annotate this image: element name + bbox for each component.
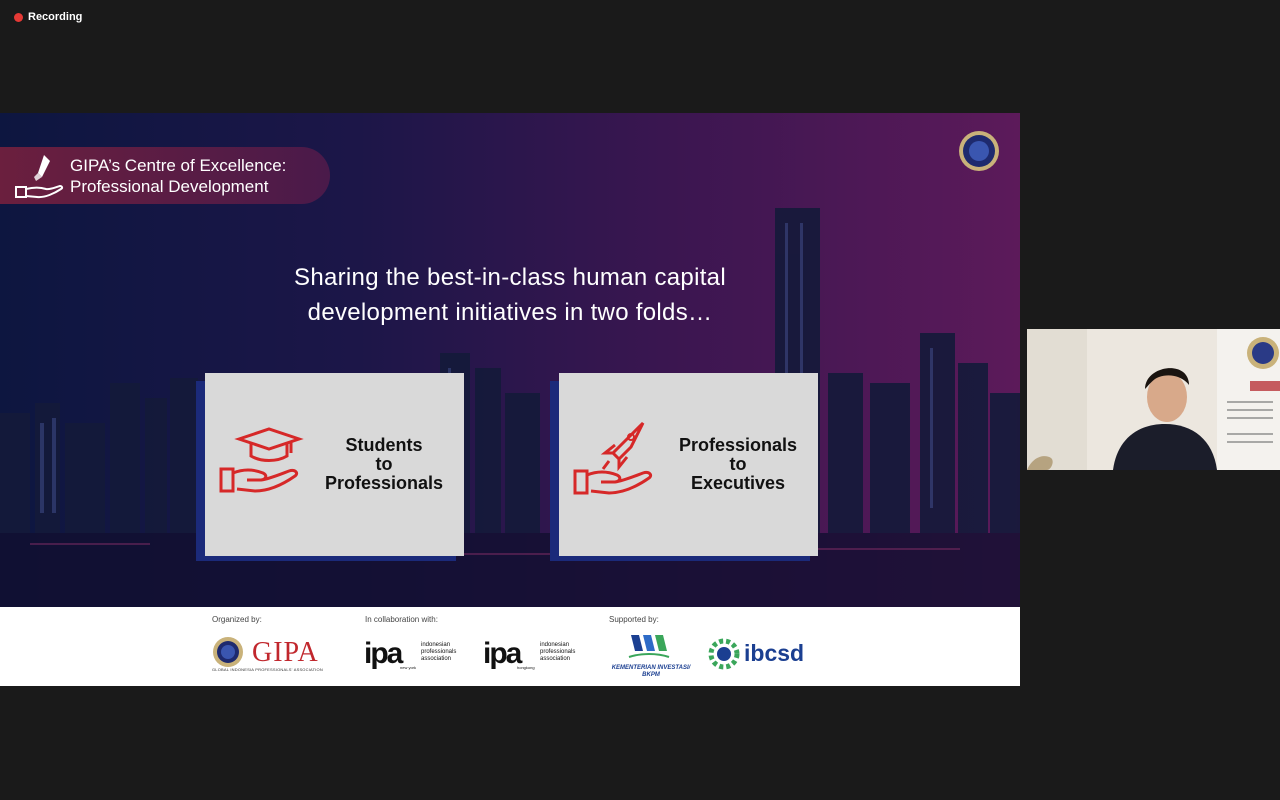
ibcsd-gear-icon (708, 638, 740, 670)
badge-title-line2: Professional Development (70, 176, 269, 196)
card-label: Students to Professionals (312, 436, 456, 493)
card-students-to-professionals: Students to Professionals (205, 373, 464, 556)
ibcsd-wordmark: ibcsd (744, 640, 805, 666)
ipa-newyork-location: new york (400, 665, 417, 670)
record-dot-icon (14, 12, 23, 22)
ipa-newyork-logo: ipa (364, 637, 403, 670)
gipa-subtitle: GLOBAL INDONESIA PROFESSIONALS' ASSOCIAT… (212, 667, 323, 672)
participant-video-feed (1027, 329, 1280, 470)
kementerian-label: KEMENTERIAN INVESTASI/ BKPM (611, 665, 691, 678)
recording-label: Recording (28, 11, 83, 23)
card-line2: to (729, 454, 747, 474)
ipa-hongkong-logo: ipa (483, 637, 522, 670)
headline-line1: Sharing the best-in-class human capital (294, 264, 726, 291)
card-professionals-to-executives: Professionals to Executives (559, 373, 818, 556)
rocket-hand-icon (573, 421, 653, 495)
card-line1: Students (345, 435, 423, 455)
shared-slide: GIPA’s Centre of Excellence: Professiona… (0, 113, 1020, 686)
badge-title-line1: GIPA’s Centre of Excellence: (70, 155, 287, 175)
headline-line2: development initiatives in two folds… (307, 299, 713, 326)
slide-headline: Sharing the best-in-class human capital … (220, 260, 800, 330)
section-badge: GIPA’s Centre of Excellence: Professiona… (0, 147, 330, 204)
gipa-wordmark: GIPA (252, 637, 319, 668)
card-label: Professionals to Executives (666, 436, 810, 493)
gipa-seal-logo (959, 131, 999, 171)
sponsor-footer: Organized by: In collaboration with: Sup… (0, 607, 1020, 686)
kementerian-investasi-logo (628, 635, 670, 658)
participant-video-tile[interactable] (1027, 329, 1280, 470)
ipa-hongkong-location: hongkong (517, 665, 535, 670)
card-line2: to (375, 454, 393, 474)
ipa-newyork-desc: indonesian professionals association (421, 642, 457, 662)
ipa-hongkong-desc: indonesian professionals association (540, 642, 576, 662)
recording-indicator: Recording (14, 11, 82, 23)
rocket-hand-icon (15, 154, 64, 198)
card-line3: Professionals (324, 473, 444, 493)
collab-label: In collaboration with: (365, 615, 438, 624)
card-line1: Professionals (678, 435, 798, 455)
card-line3: Executives (690, 473, 786, 493)
graduation-cap-hand-icon (219, 427, 304, 493)
supported-by-label: Supported by: (609, 615, 659, 624)
organized-by-label: Organized by: (212, 615, 262, 624)
gipa-seal-icon (213, 637, 243, 667)
